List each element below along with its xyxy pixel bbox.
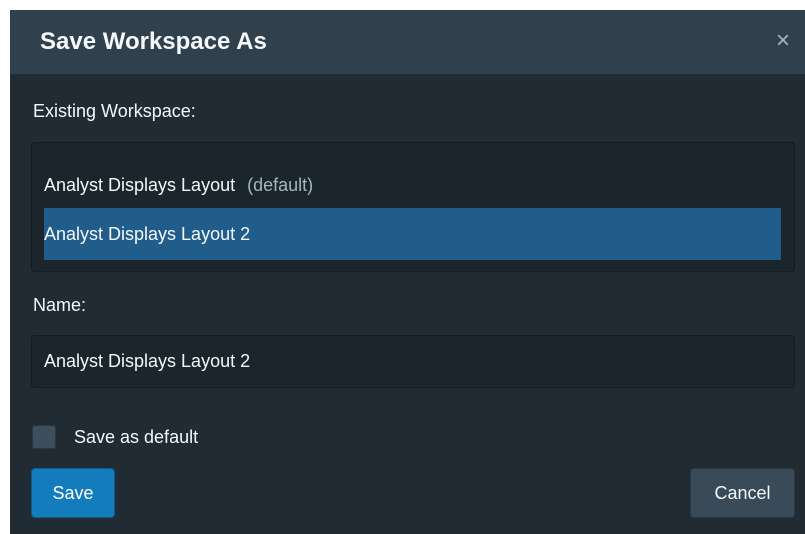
dialog-title: Save Workspace As [40,28,267,55]
close-icon[interactable]: × [771,26,795,56]
workspace-item-default[interactable]: Analyst Displays Layout (default) [44,159,781,211]
workspace-item-label: Analyst Displays Layout [44,174,236,195]
cancel-button[interactable]: Cancel [690,468,795,518]
default-tag: (default) [247,174,314,195]
workspace-item-selected[interactable]: Analyst Displays Layout 2 [44,208,781,260]
save-workspace-dialog: Save Workspace As × Existing Workspace: … [10,10,805,534]
dialog-header: Save Workspace As × [10,10,805,74]
save-as-default-label: Save as default [74,426,199,447]
save-button[interactable]: Save [31,468,115,518]
workspace-item-label: Analyst Displays Layout 2 [44,223,251,244]
checkbox-icon[interactable] [32,425,56,449]
name-label: Name: [33,295,87,315]
save-as-default-toggle[interactable]: Save as default [32,422,198,452]
existing-workspace-label: Existing Workspace: [33,101,196,121]
name-input[interactable] [31,335,795,388]
workspace-list: Analyst Displays Layout (default) Analys… [31,142,795,272]
